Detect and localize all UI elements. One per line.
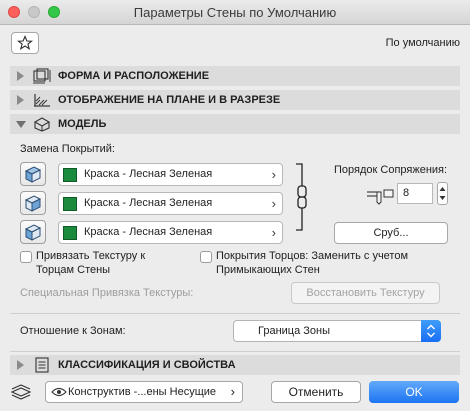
intersection-priority-label: Порядок Сопряжения: <box>334 164 448 176</box>
star-icon <box>17 35 33 50</box>
favorites-button[interactable] <box>11 32 39 54</box>
wall-side-3-icon <box>24 224 42 241</box>
layer-select-button[interactable]: Конструктив -...ены Несущие › <box>45 381 243 403</box>
zone-relation-value: Граница Зоны <box>258 325 331 337</box>
surface-override-label: Замена Покрытий: <box>20 143 115 155</box>
section-plan-label: ОТОБРАЖЕНИЕ НА ПЛАНЕ И В РАЗРЕЗЕ <box>58 94 281 106</box>
surface-swatch <box>63 168 77 182</box>
section-classification-label: КЛАССИФИКАЦИЯ И СВОЙСТВА <box>58 359 236 371</box>
default-label: По умолчанию <box>385 37 460 49</box>
priority-icon <box>367 189 394 205</box>
plan-section-icon <box>34 94 50 107</box>
link-surfaces-toggle[interactable] <box>292 162 312 232</box>
disclosure-right-icon <box>17 95 24 105</box>
zone-relation-label: Отношение к Зонам: <box>20 325 126 337</box>
log-wall-button[interactable]: Сруб... <box>334 222 448 244</box>
section-plan-header[interactable]: ОТОБРАЖЕНИЕ НА ПЛАНЕ И В РАЗРЕЗЕ <box>10 90 460 110</box>
surface-select-1[interactable]: Краска - Лесная Зеленая › <box>58 163 283 186</box>
section-model-header[interactable]: МОДЕЛЬ <box>10 114 460 134</box>
section-model-label: МОДЕЛЬ <box>58 118 107 130</box>
side-surface-button-1[interactable] <box>20 162 46 186</box>
eye-icon <box>51 387 67 397</box>
classification-icon <box>35 357 49 373</box>
priority-value-field[interactable]: 8 <box>397 183 433 204</box>
wall-side-2-icon <box>24 195 42 212</box>
align-texture-label: Привязать Текстуру к Торцам Стены <box>36 250 146 276</box>
chevron-right-icon: › <box>271 167 276 182</box>
select-arrow-button <box>421 320 441 342</box>
chevron-right-icon: › <box>230 384 235 399</box>
side-surface-button-2[interactable] <box>20 191 46 215</box>
end-surfaces-label: Покрытия Торцов: Заменить с учетом Примы… <box>216 250 409 276</box>
wall-side-1-icon <box>24 166 42 183</box>
align-texture-checkbox[interactable] <box>20 251 32 263</box>
title-bar: Параметры Стены по Умолчанию <box>0 0 470 25</box>
surface-swatch <box>63 226 77 240</box>
end-surfaces-checkbox[interactable] <box>200 251 212 263</box>
section-shape-label: ФОРМА И РАСПОЛОЖЕНИЕ <box>58 70 210 82</box>
disclosure-right-icon <box>17 360 24 370</box>
stepper-arrows-icon <box>439 187 446 200</box>
chain-link-icon <box>296 163 307 231</box>
disclosure-right-icon <box>17 71 24 81</box>
shape-position-icon <box>33 68 51 84</box>
layer-value: Конструктив -...ены Несущие <box>68 386 217 398</box>
up-down-arrow-icon <box>427 324 435 338</box>
divider <box>10 351 460 352</box>
surface-name-2: Краска - Лесная Зеленая <box>84 197 213 209</box>
surface-name-1: Краска - Лесная Зеленая <box>84 168 213 180</box>
surface-select-3[interactable]: Краска - Лесная Зеленая › <box>58 221 283 244</box>
priority-stepper[interactable] <box>437 182 448 205</box>
disclosure-down-icon <box>16 121 26 128</box>
model-3d-icon <box>33 117 51 132</box>
restore-texture-button[interactable]: Восстановить Текстуру <box>291 282 440 304</box>
special-texture-alignment-label: Специальная Привязка Текстуры: <box>20 287 194 299</box>
dialog-window: Параметры Стены по Умолчанию По умолчани… <box>0 0 470 411</box>
surface-select-2[interactable]: Краска - Лесная Зеленая › <box>58 192 283 215</box>
cancel-button[interactable]: Отменить <box>271 381 361 403</box>
divider <box>10 313 460 314</box>
chevron-right-icon: › <box>271 225 276 240</box>
surface-swatch <box>63 197 77 211</box>
ok-button[interactable]: OK <box>369 381 459 403</box>
zone-relation-select[interactable]: Граница Зоны <box>233 320 441 342</box>
side-surface-button-3[interactable] <box>20 220 46 244</box>
surface-name-3: Краска - Лесная Зеленая <box>84 226 213 238</box>
window-title: Параметры Стены по Умолчанию <box>133 5 337 20</box>
chevron-right-icon: › <box>271 196 276 211</box>
section-shape-header[interactable]: ФОРМА И РАСПОЛОЖЕНИЕ <box>10 66 460 86</box>
layers-icon <box>10 384 32 400</box>
section-classification-header[interactable]: КЛАССИФИКАЦИЯ И СВОЙСТВА <box>10 355 460 375</box>
